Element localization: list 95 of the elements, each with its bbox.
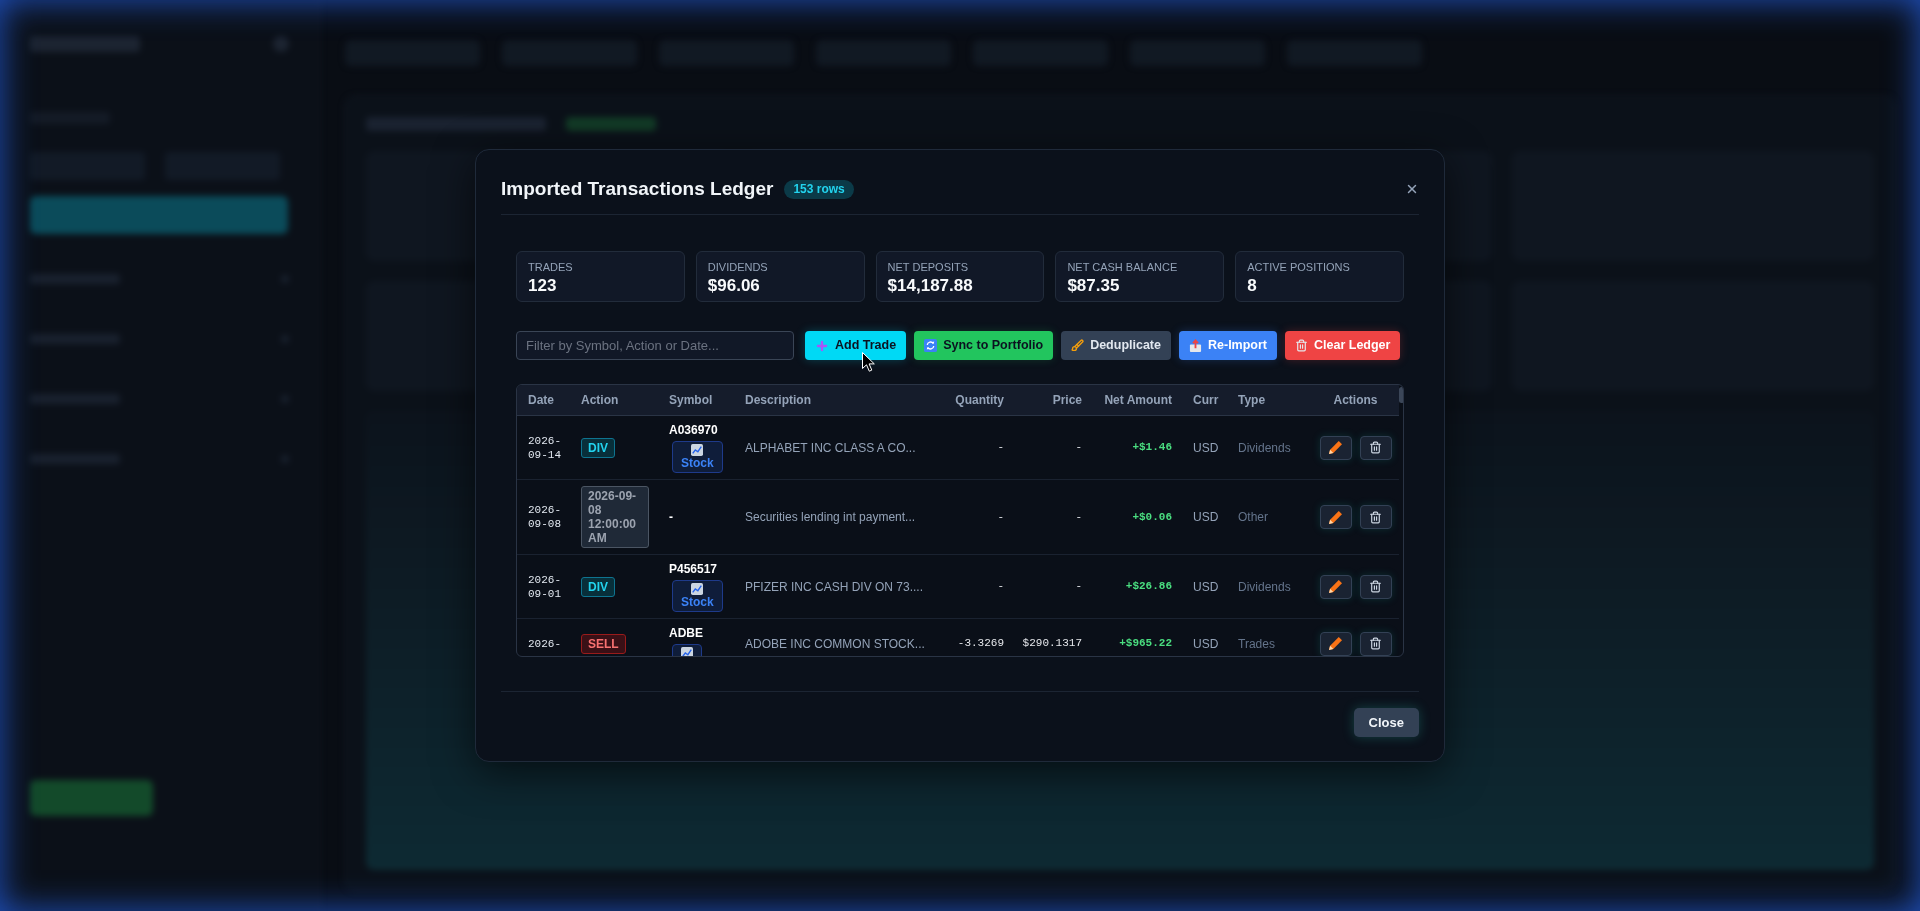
type-cell-text: Trades — [1238, 635, 1275, 653]
stat-label: DIVIDENDS — [707, 260, 768, 274]
stat-value: $87.35 — [1067, 275, 1120, 296]
currency-cell-text: USD — [1193, 439, 1219, 457]
date-cell-text: 2026-09-01 — [528, 572, 562, 601]
chart-icon — [681, 647, 693, 656]
column-header: Net Amount — [1104, 392, 1172, 409]
trash-icon — [1369, 580, 1382, 593]
filter-input[interactable]: Filter by Symbol, Action or Date... — [516, 331, 794, 360]
chart-icon — [691, 583, 704, 595]
row-count-badge: 153 rows — [784, 179, 854, 199]
pencil-icon — [1329, 441, 1342, 454]
column-header: Quantity — [955, 392, 1004, 409]
edit-button[interactable] — [1319, 574, 1352, 599]
symbol-cell: - — [669, 509, 673, 525]
clear-ledger-button[interactable]: Clear Ledger — [1285, 331, 1401, 360]
column-header: Price — [1052, 392, 1082, 409]
dialog-title: Imported Transactions Ledger — [501, 177, 774, 201]
delete-button[interactable] — [1359, 574, 1392, 599]
chart-icon — [691, 444, 704, 456]
quantity-cell-text: - — [997, 509, 1004, 525]
sync-button[interactable]: Sync to Portfolio — [914, 331, 1054, 360]
trash-icon — [1369, 637, 1382, 650]
type-cell-text: Dividends — [1238, 578, 1291, 596]
quantity-cell-text: - — [997, 440, 1004, 456]
stat-label: NET DEPOSITS — [887, 260, 969, 274]
stat-label: NET CASH BALANCE — [1067, 260, 1178, 274]
asset-type-label: Stock — [681, 456, 714, 470]
action-badge: DIV — [581, 437, 615, 458]
date-cell-text: 2026- — [528, 636, 562, 651]
plus-icon — [815, 338, 829, 353]
trash-icon — [1369, 510, 1382, 524]
currency-cell-text: USD — [1193, 509, 1219, 526]
tray-upload-icon — [1189, 339, 1202, 352]
pencil-icon — [1329, 510, 1342, 524]
pencil-icon — [1329, 637, 1342, 650]
delete-button[interactable] — [1359, 631, 1392, 656]
date-cell-text: 2026-09-14 — [528, 433, 562, 462]
stat-label: ACTIVE POSITIONS — [1247, 260, 1350, 274]
description-cell-text: ADOBE INC COMMON STOCK... — [745, 635, 925, 653]
net-amount-cell-text: +$1.46 — [1132, 440, 1172, 456]
trash-icon — [1369, 441, 1382, 454]
column-header: Symbol — [669, 392, 713, 409]
action-badge: DIV — [581, 576, 615, 597]
price-cell-text: $290.1317 — [1022, 636, 1082, 652]
delete-button[interactable] — [1359, 435, 1392, 460]
symbol-cell: A036970 — [669, 422, 718, 438]
description-cell-text: PFIZER INC CASH DIV ON 73.... — [745, 578, 924, 596]
currency-cell-text: USD — [1193, 578, 1219, 596]
deduplicate-button[interactable]: Deduplicate — [1061, 331, 1171, 360]
column-header: Action — [581, 392, 619, 409]
currency-cell-text: USD — [1193, 635, 1219, 653]
column-header: Type — [1238, 392, 1266, 409]
trash-icon — [1295, 339, 1308, 352]
quantity-cell-text: -3.3269 — [957, 636, 1004, 652]
delete-button[interactable] — [1359, 505, 1392, 529]
column-header: Description — [745, 392, 811, 409]
sync-icon — [924, 339, 938, 352]
add-trade-button[interactable]: Add Trade — [805, 331, 907, 360]
quantity-cell-text: - — [997, 579, 1004, 595]
close-dialog-button[interactable]: Close — [1353, 708, 1419, 737]
edit-button[interactable] — [1319, 505, 1352, 529]
column-header: Actions — [1333, 392, 1378, 409]
stat-value: $14,187.88 — [887, 275, 973, 296]
price-cell-text: - — [1075, 579, 1082, 595]
re-import-button[interactable]: Re-Import — [1179, 331, 1277, 360]
price-cell-text: - — [1075, 440, 1082, 456]
action-badge: 2026-09-08 12:00:00 AM — [581, 486, 649, 548]
stat-label: TRADES — [528, 260, 573, 274]
net-amount-cell-text: +$965.22 — [1119, 636, 1172, 652]
stat-value: 123 — [528, 275, 557, 296]
price-cell-text: - — [1075, 509, 1082, 525]
net-amount-cell-text: +$26.86 — [1125, 579, 1172, 595]
mouse-pointer-icon — [862, 352, 875, 372]
description-cell-text: Securities lending int payment... — [745, 509, 916, 526]
scrollbar-thumb[interactable] — [1399, 387, 1403, 403]
close-button[interactable] — [1405, 182, 1419, 196]
description-cell-text: ALPHABET INC CLASS A CO... — [745, 439, 916, 457]
symbol-cell: ADBE — [669, 625, 703, 641]
pencil-icon — [1329, 580, 1342, 593]
stat-value: $96.06 — [707, 275, 760, 296]
column-header: Curr — [1193, 392, 1219, 409]
asset-type-label: Stock — [681, 595, 714, 609]
type-cell-text: Other — [1238, 509, 1268, 526]
close-icon — [1405, 182, 1419, 196]
action-badge: SELL — [581, 633, 626, 654]
net-amount-cell-text: +$0.06 — [1132, 509, 1172, 525]
symbol-cell: P456517 — [669, 561, 718, 577]
edit-button[interactable] — [1319, 435, 1352, 460]
brush-icon — [1071, 339, 1085, 352]
edit-button[interactable] — [1319, 631, 1352, 656]
type-cell-text: Dividends — [1238, 439, 1291, 457]
date-cell-text: 2026-09-08 — [528, 503, 562, 531]
column-header: Date — [528, 392, 554, 409]
stat-value: 8 — [1247, 275, 1257, 296]
